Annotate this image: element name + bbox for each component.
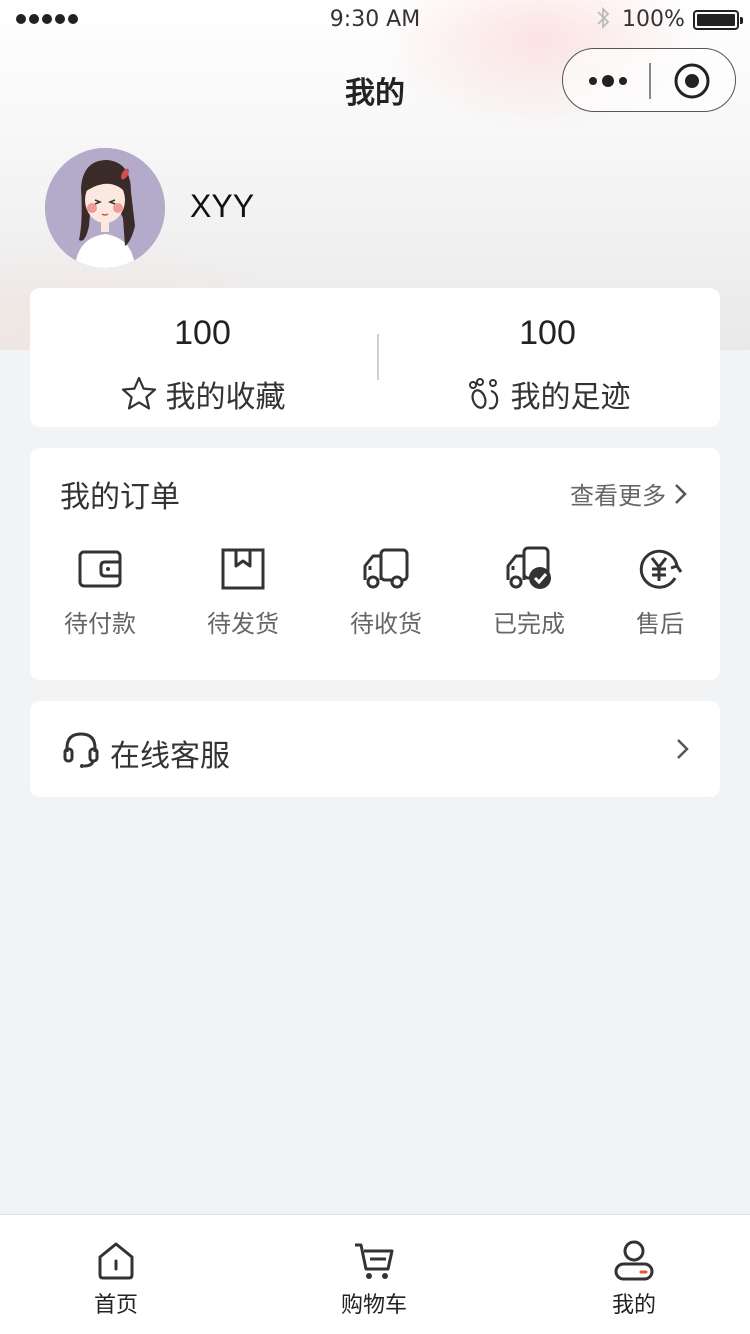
package-icon <box>221 548 265 590</box>
headset-icon <box>63 732 99 768</box>
order-completed-label: 已完成 <box>493 610 565 638</box>
capsule-divider <box>649 63 651 99</box>
chevron-right-icon <box>675 483 687 504</box>
tab-mine-label: 我的 <box>611 1293 656 1318</box>
truck-icon <box>363 548 409 589</box>
order-pending-receipt-label: 待收货 <box>350 610 422 638</box>
view-more-label: 查看更多 <box>570 482 666 510</box>
tab-cart[interactable]: 购物车 <box>314 1215 434 1334</box>
chevron-right-icon <box>677 739 689 759</box>
order-after-sales[interactable]: 售后 <box>600 544 720 644</box>
tab-cart-label: 购物车 <box>340 1293 407 1318</box>
tab-home[interactable]: 首页 <box>56 1215 176 1334</box>
order-after-sales-label: 售后 <box>636 610 684 638</box>
wallet-icon <box>78 550 122 588</box>
view-more-link[interactable]: 查看更多 <box>570 476 690 511</box>
star-icon <box>121 376 156 410</box>
avatar[interactable] <box>45 148 165 268</box>
battery-percentage: 100% <box>622 7 685 32</box>
tab-mine[interactable]: 我的 <box>574 1215 694 1334</box>
orders-title: 我的订单 <box>60 480 180 515</box>
footprint-stat[interactable]: 100 我的足迹 <box>375 288 720 427</box>
footprint-icon <box>468 378 498 410</box>
status-bar: 9:30 AM 100% <box>0 0 750 40</box>
truck-check-icon <box>506 546 551 589</box>
footprint-label: 我的足迹 <box>510 380 631 415</box>
order-completed[interactable]: 已完成 <box>469 544 589 644</box>
order-pending-shipment-label: 待发货 <box>207 610 279 638</box>
battery-icon <box>693 10 743 30</box>
cart-icon <box>355 1243 394 1279</box>
username: XYY <box>190 188 255 224</box>
favorites-count: 100 <box>174 314 231 352</box>
order-pending-payment[interactable]: 待付款 <box>40 544 160 644</box>
order-pending-payment-label: 待付款 <box>64 610 136 638</box>
tab-bar: 首页 购物车 我的 <box>0 1214 750 1334</box>
home-icon <box>98 1242 134 1280</box>
online-service-label: 在线客服 <box>110 739 230 774</box>
avatar-girl-illustration <box>45 148 165 268</box>
order-pending-shipment[interactable]: 待发货 <box>183 544 303 644</box>
stats-card: 100 我的收藏 100 我的足迹 <box>30 288 720 427</box>
footprint-count: 100 <box>519 314 576 352</box>
online-service-row[interactable]: 在线客服 <box>30 701 720 797</box>
orders-card: 我的订单 查看更多 待付款 待发货 待收货 已完成 售后 <box>30 448 720 680</box>
mini-program-capsule <box>562 48 736 112</box>
order-pending-receipt[interactable]: 待收货 <box>326 544 446 644</box>
target-close-icon[interactable] <box>673 62 711 100</box>
favorites-stat[interactable]: 100 我的收藏 <box>30 288 375 427</box>
favorites-label: 我的收藏 <box>165 380 286 415</box>
tab-home-label: 首页 <box>93 1293 138 1318</box>
yen-refund-icon <box>639 549 683 589</box>
more-dots-icon[interactable] <box>589 69 629 93</box>
user-icon <box>614 1240 654 1281</box>
bluetooth-icon <box>597 6 610 30</box>
